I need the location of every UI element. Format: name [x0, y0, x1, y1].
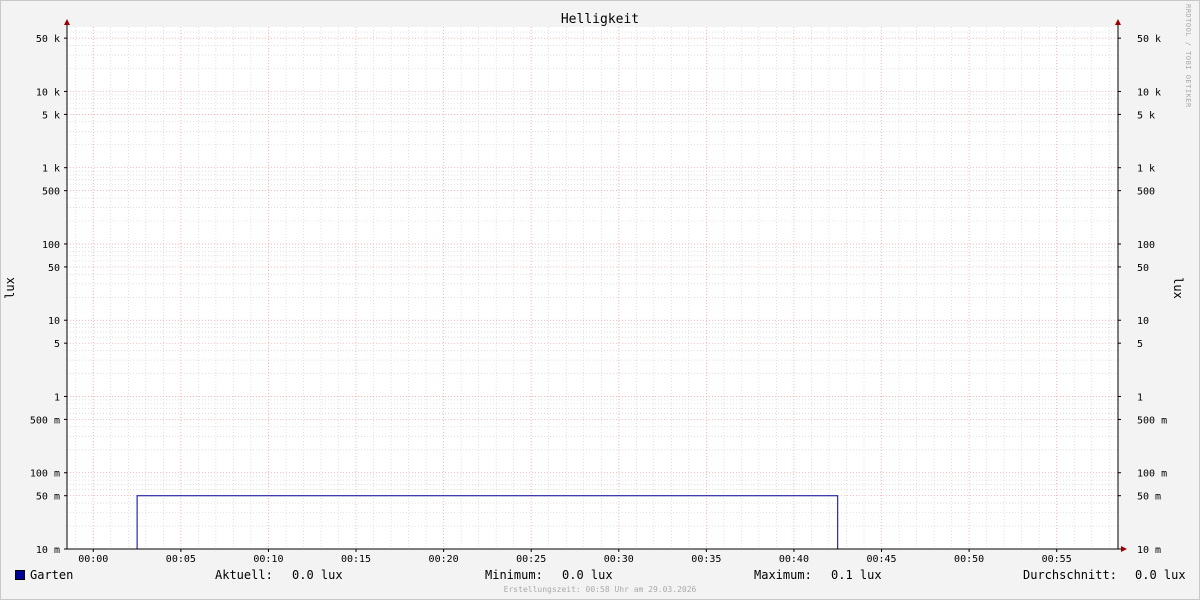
y-axis-arrow-right — [1115, 19, 1121, 25]
x-tick-label: 00:35 — [691, 554, 721, 565]
y-axis-arrow-left — [64, 19, 70, 25]
y-tick-label-left: 10 — [48, 316, 60, 327]
y-tick-label-left: 1 k — [42, 164, 60, 175]
y-tick-label-left: 500 m — [30, 415, 60, 426]
y-tick-label-right: 5 k — [1137, 110, 1155, 121]
legend-current-value: 0.0 lux — [292, 568, 343, 582]
y-axis-label-right: lux — [1171, 277, 1185, 299]
legend-avg-label: Durchschnitt: — [1023, 568, 1117, 582]
y-tick-label-right: 10 — [1137, 316, 1149, 327]
y-tick-label-right: 50 m — [1137, 492, 1161, 503]
plot-area — [67, 27, 1118, 549]
x-tick-label: 00:45 — [866, 554, 896, 565]
legend-series-label: Garten — [30, 568, 74, 582]
legend-avg-value: 0.0 lux — [1135, 568, 1186, 582]
y-tick-label-right: 50 — [1137, 263, 1149, 274]
y-tick-label-left: 5 — [54, 339, 60, 350]
x-tick-label: 00:15 — [341, 554, 371, 565]
x-tick-label: 00:30 — [604, 554, 634, 565]
y-tick-label-left: 1 — [54, 392, 60, 403]
y-tick-label-left: 100 m — [30, 469, 60, 480]
y-tick-label-right: 1 — [1137, 392, 1143, 403]
y-tick-label-right: 50 k — [1137, 34, 1161, 45]
y-tick-label-right: 5 — [1137, 339, 1143, 350]
y-tick-label-right: 500 m — [1137, 415, 1167, 426]
x-tick-label: 00:40 — [779, 554, 809, 565]
y-tick-label-left: 50 — [48, 263, 60, 274]
chart-title: Helligkeit — [561, 12, 639, 27]
legend-max-value: 0.1 lux — [831, 568, 882, 582]
x-tick-label: 00:00 — [78, 554, 108, 565]
y-tick-label-left: 5 k — [42, 110, 60, 121]
y-tick-label-left: 10 k — [36, 87, 60, 98]
y-axis-label-left: lux — [3, 277, 17, 299]
chart-svg: 10 m 10 m 50 m 50 m 100 m 100 m 500 m 500 m 1 1 5 5… — [3, 12, 1185, 565]
legend-swatch-garten — [15, 570, 25, 580]
x-tick-label: 00:25 — [516, 554, 546, 565]
y-tick-label-left: 50 k — [36, 34, 60, 45]
y-tick-label-left: 500 — [42, 187, 60, 198]
legend-current-label: Aktuell: — [215, 568, 273, 582]
y-tick-label-left: 50 m — [36, 492, 60, 503]
x-tick-label: 00:05 — [166, 554, 196, 565]
y-tick-label-right: 10 m — [1137, 545, 1161, 556]
legend-max-label: Maximum: — [754, 568, 812, 582]
y-tick-label-right: 100 m — [1137, 469, 1167, 480]
y-tick-label-right: 1 k — [1137, 164, 1155, 175]
y-tick-label-left: 100 — [42, 240, 60, 251]
y-tick-label-left: 10 m — [36, 545, 60, 556]
x-axis-arrow — [1121, 546, 1127, 552]
legend-min-value: 0.0 lux — [562, 568, 613, 582]
rrdtool-watermark: RRDTOOL / TOBI OETIKER — [1184, 4, 1192, 108]
y-tick-label-right: 100 — [1137, 240, 1155, 251]
footer-timestamp: Erstellungszeit: 00:58 Uhr am 29.03.2026 — [503, 585, 697, 594]
y-tick-label-right: 500 — [1137, 187, 1155, 198]
y-tick-label-right: 10 k — [1137, 87, 1161, 98]
x-tick-label: 00:50 — [954, 554, 984, 565]
legend-min-label: Minimum: — [485, 568, 543, 582]
x-tick-label: 00:20 — [429, 554, 459, 565]
x-tick-label: 00:55 — [1042, 554, 1072, 565]
x-tick-label: 00:10 — [253, 554, 283, 565]
